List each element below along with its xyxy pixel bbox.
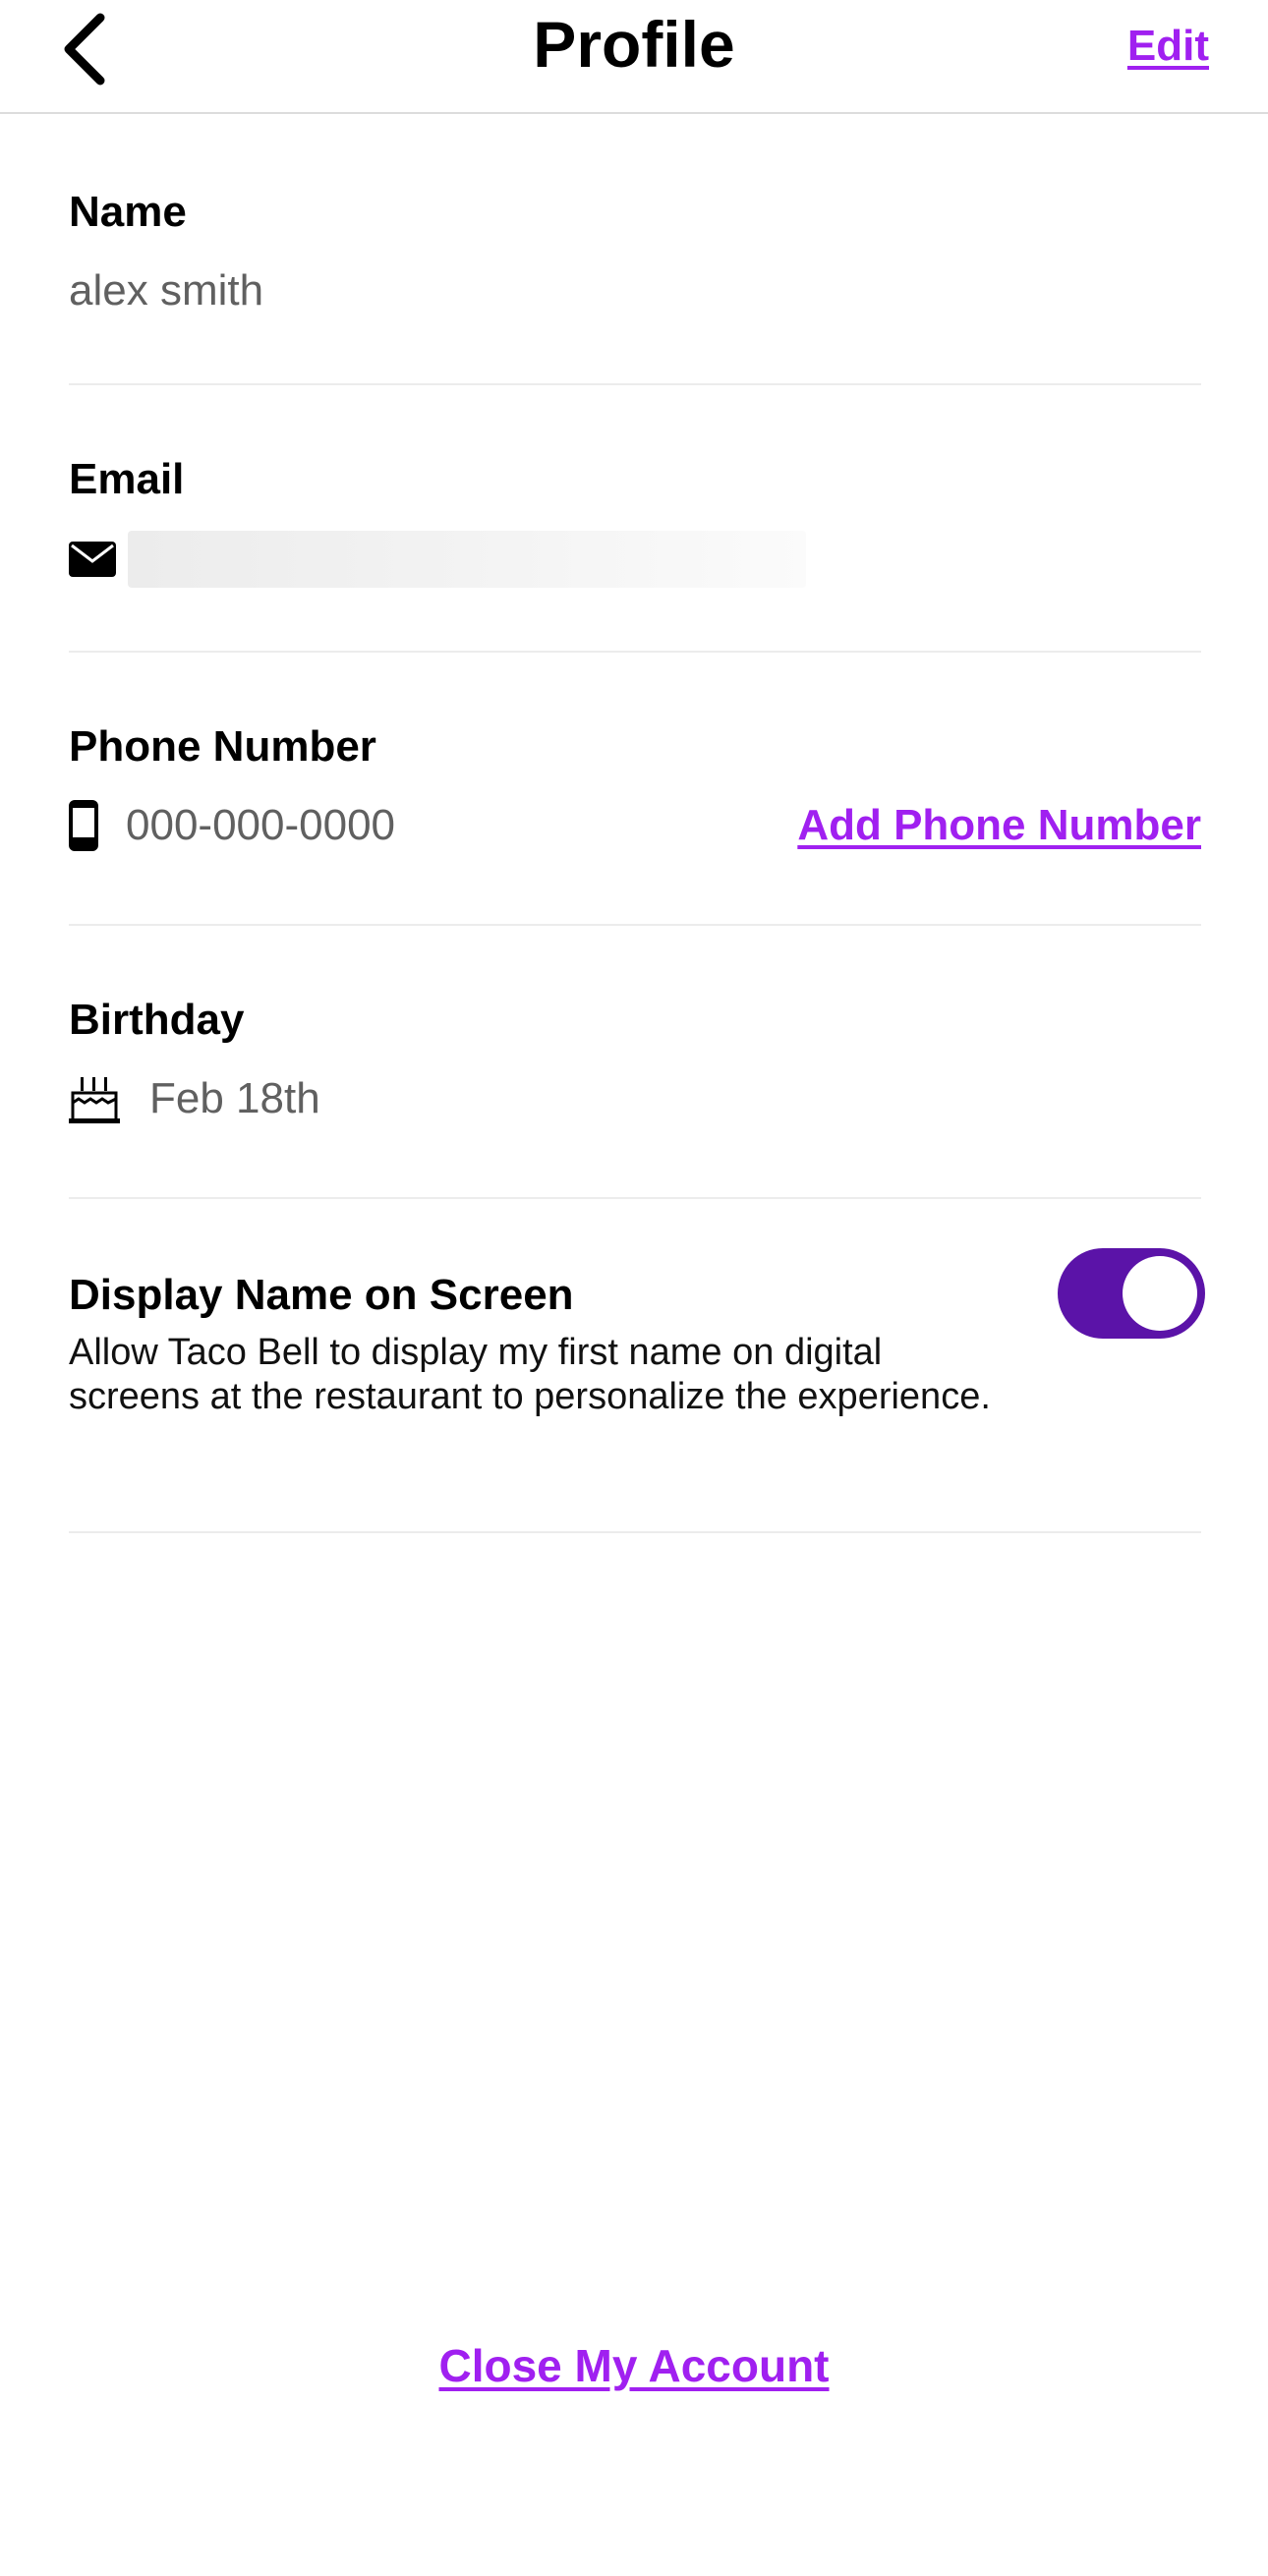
- birthday-value: Feb 18th: [149, 1074, 320, 1122]
- display-name-description: Allow Taco Bell to display my first name…: [69, 1332, 991, 1417]
- phone-label: Phone Number: [69, 722, 376, 771]
- birthday-section: Birthday Feb 18th: [69, 926, 1201, 1199]
- name-value: alex smith: [69, 266, 264, 315]
- birthday-label: Birthday: [69, 996, 245, 1044]
- email-section: Email: [69, 385, 1201, 653]
- page-title: Profile: [533, 8, 735, 81]
- email-row: [69, 531, 1201, 588]
- name-label: Name: [69, 188, 187, 236]
- display-name-toggle[interactable]: [1058, 1248, 1205, 1339]
- close-account-link[interactable]: Close My Account: [438, 2340, 829, 2391]
- edit-button[interactable]: Edit: [1127, 22, 1209, 71]
- add-phone-number-link[interactable]: Add Phone Number: [797, 801, 1201, 850]
- phone-row: 000-000-0000 Add Phone Number: [69, 798, 1201, 853]
- birthday-cake-icon: [69, 1073, 120, 1124]
- close-account-area: Close My Account: [0, 2339, 1268, 2392]
- toggle-knob: [1123, 1256, 1197, 1331]
- mobile-phone-icon: [69, 800, 98, 851]
- top-bar: Profile Edit: [0, 0, 1268, 114]
- name-section: Name alex smith: [69, 177, 1201, 385]
- phone-section: Phone Number 000-000-0000 Add Phone Numb…: [69, 653, 1201, 926]
- phone-value: 000-000-0000: [126, 801, 396, 849]
- envelope-icon: [69, 542, 116, 577]
- display-name-section: Display Name on Screen Allow Taco Bell t…: [69, 1199, 1205, 1533]
- email-label: Email: [69, 455, 185, 503]
- birthday-row: Feb 18th: [69, 1071, 1201, 1126]
- display-name-label: Display Name on Screen: [69, 1271, 574, 1319]
- email-value-redacted: [128, 531, 806, 588]
